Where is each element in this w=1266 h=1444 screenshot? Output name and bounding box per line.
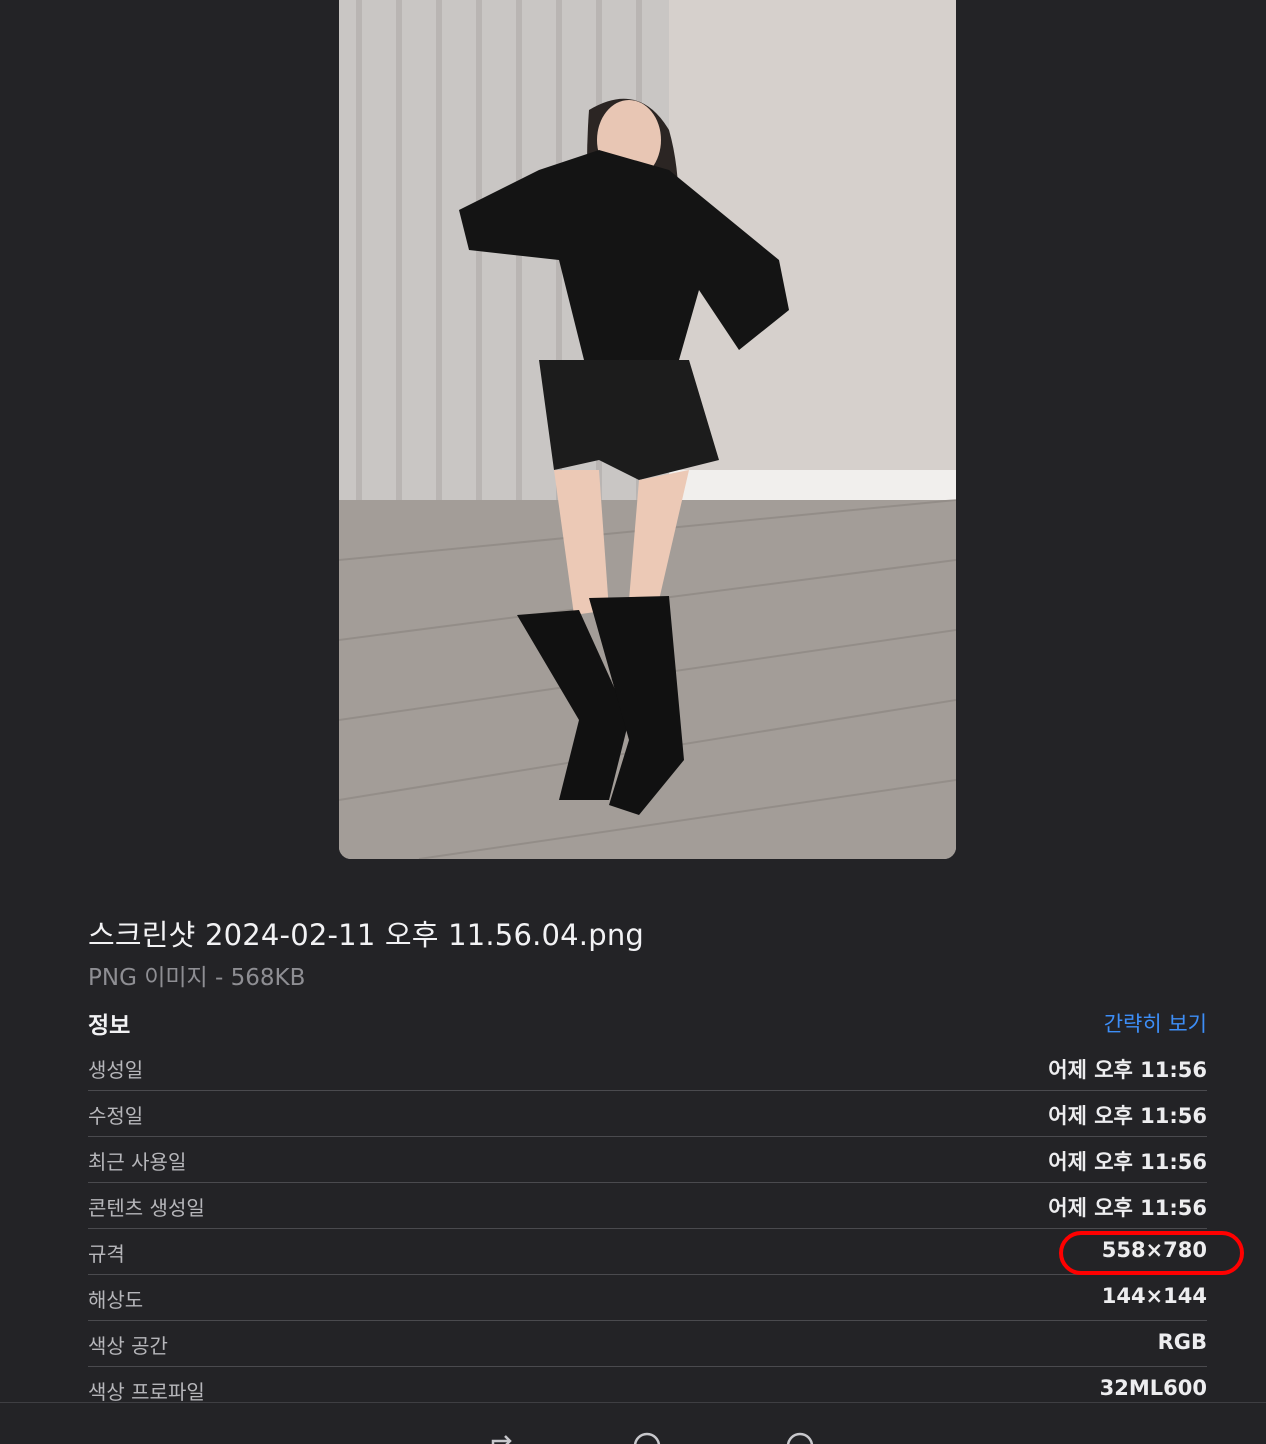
info-value: 어제 오후 11:56 <box>1048 1196 1207 1220</box>
info-value: 어제 오후 11:56 <box>1048 1058 1207 1082</box>
preview-photo <box>339 0 956 859</box>
info-row-content-created: 콘텐츠 생성일 어제 오후 11:56 <box>88 1183 1207 1229</box>
info-label: 색상 프로파일 <box>88 1380 205 1404</box>
file-name: 스크린샷 2024-02-11 오후 11.56.04.png <box>88 918 645 952</box>
more-icon[interactable] <box>785 1431 815 1444</box>
file-kind-size: PNG 이미지 - 568KB <box>88 965 306 991</box>
show-less-link[interactable]: 간략히 보기 <box>1104 1008 1207 1038</box>
info-label: 색상 공간 <box>88 1334 168 1358</box>
file-info-panel: 스크린샷 2024-02-11 오후 11.56.04.png PNG 이미지 … <box>0 0 1266 1444</box>
rotate-icon[interactable] <box>487 1431 517 1444</box>
info-label: 수정일 <box>88 1104 144 1128</box>
info-label: 최근 사용일 <box>88 1150 187 1174</box>
info-label: 규격 <box>88 1242 125 1266</box>
info-value: 144×144 <box>1101 1284 1207 1308</box>
image-preview[interactable] <box>339 0 956 859</box>
info-value: 32ML600 <box>1099 1376 1207 1400</box>
info-row-modified: 수정일 어제 오후 11:56 <box>88 1091 1207 1137</box>
info-label: 해상도 <box>88 1288 144 1312</box>
info-row-resolution: 해상도 144×144 <box>88 1275 1207 1321</box>
info-row-color-space: 색상 공간 RGB <box>88 1321 1207 1367</box>
info-section-header: 정보 간략히 보기 <box>88 1004 1207 1040</box>
info-value: 어제 오후 11:56 <box>1048 1150 1207 1174</box>
info-row-last-opened: 최근 사용일 어제 오후 11:56 <box>88 1137 1207 1183</box>
info-row-dimensions: 규격 558×780 <box>88 1229 1207 1275</box>
info-title: 정보 <box>88 1013 131 1039</box>
info-label: 생성일 <box>88 1058 144 1082</box>
bottom-toolbar <box>0 1402 1266 1444</box>
info-label: 콘텐츠 생성일 <box>88 1196 205 1220</box>
info-value: RGB <box>1157 1330 1207 1354</box>
markup-icon[interactable] <box>632 1431 662 1444</box>
info-value: 어제 오후 11:56 <box>1048 1104 1207 1128</box>
info-list: 생성일 어제 오후 11:56 수정일 어제 오후 11:56 최근 사용일 어… <box>88 1045 1207 1413</box>
info-row-created: 생성일 어제 오후 11:56 <box>88 1045 1207 1091</box>
info-value: 558×780 <box>1101 1238 1207 1262</box>
